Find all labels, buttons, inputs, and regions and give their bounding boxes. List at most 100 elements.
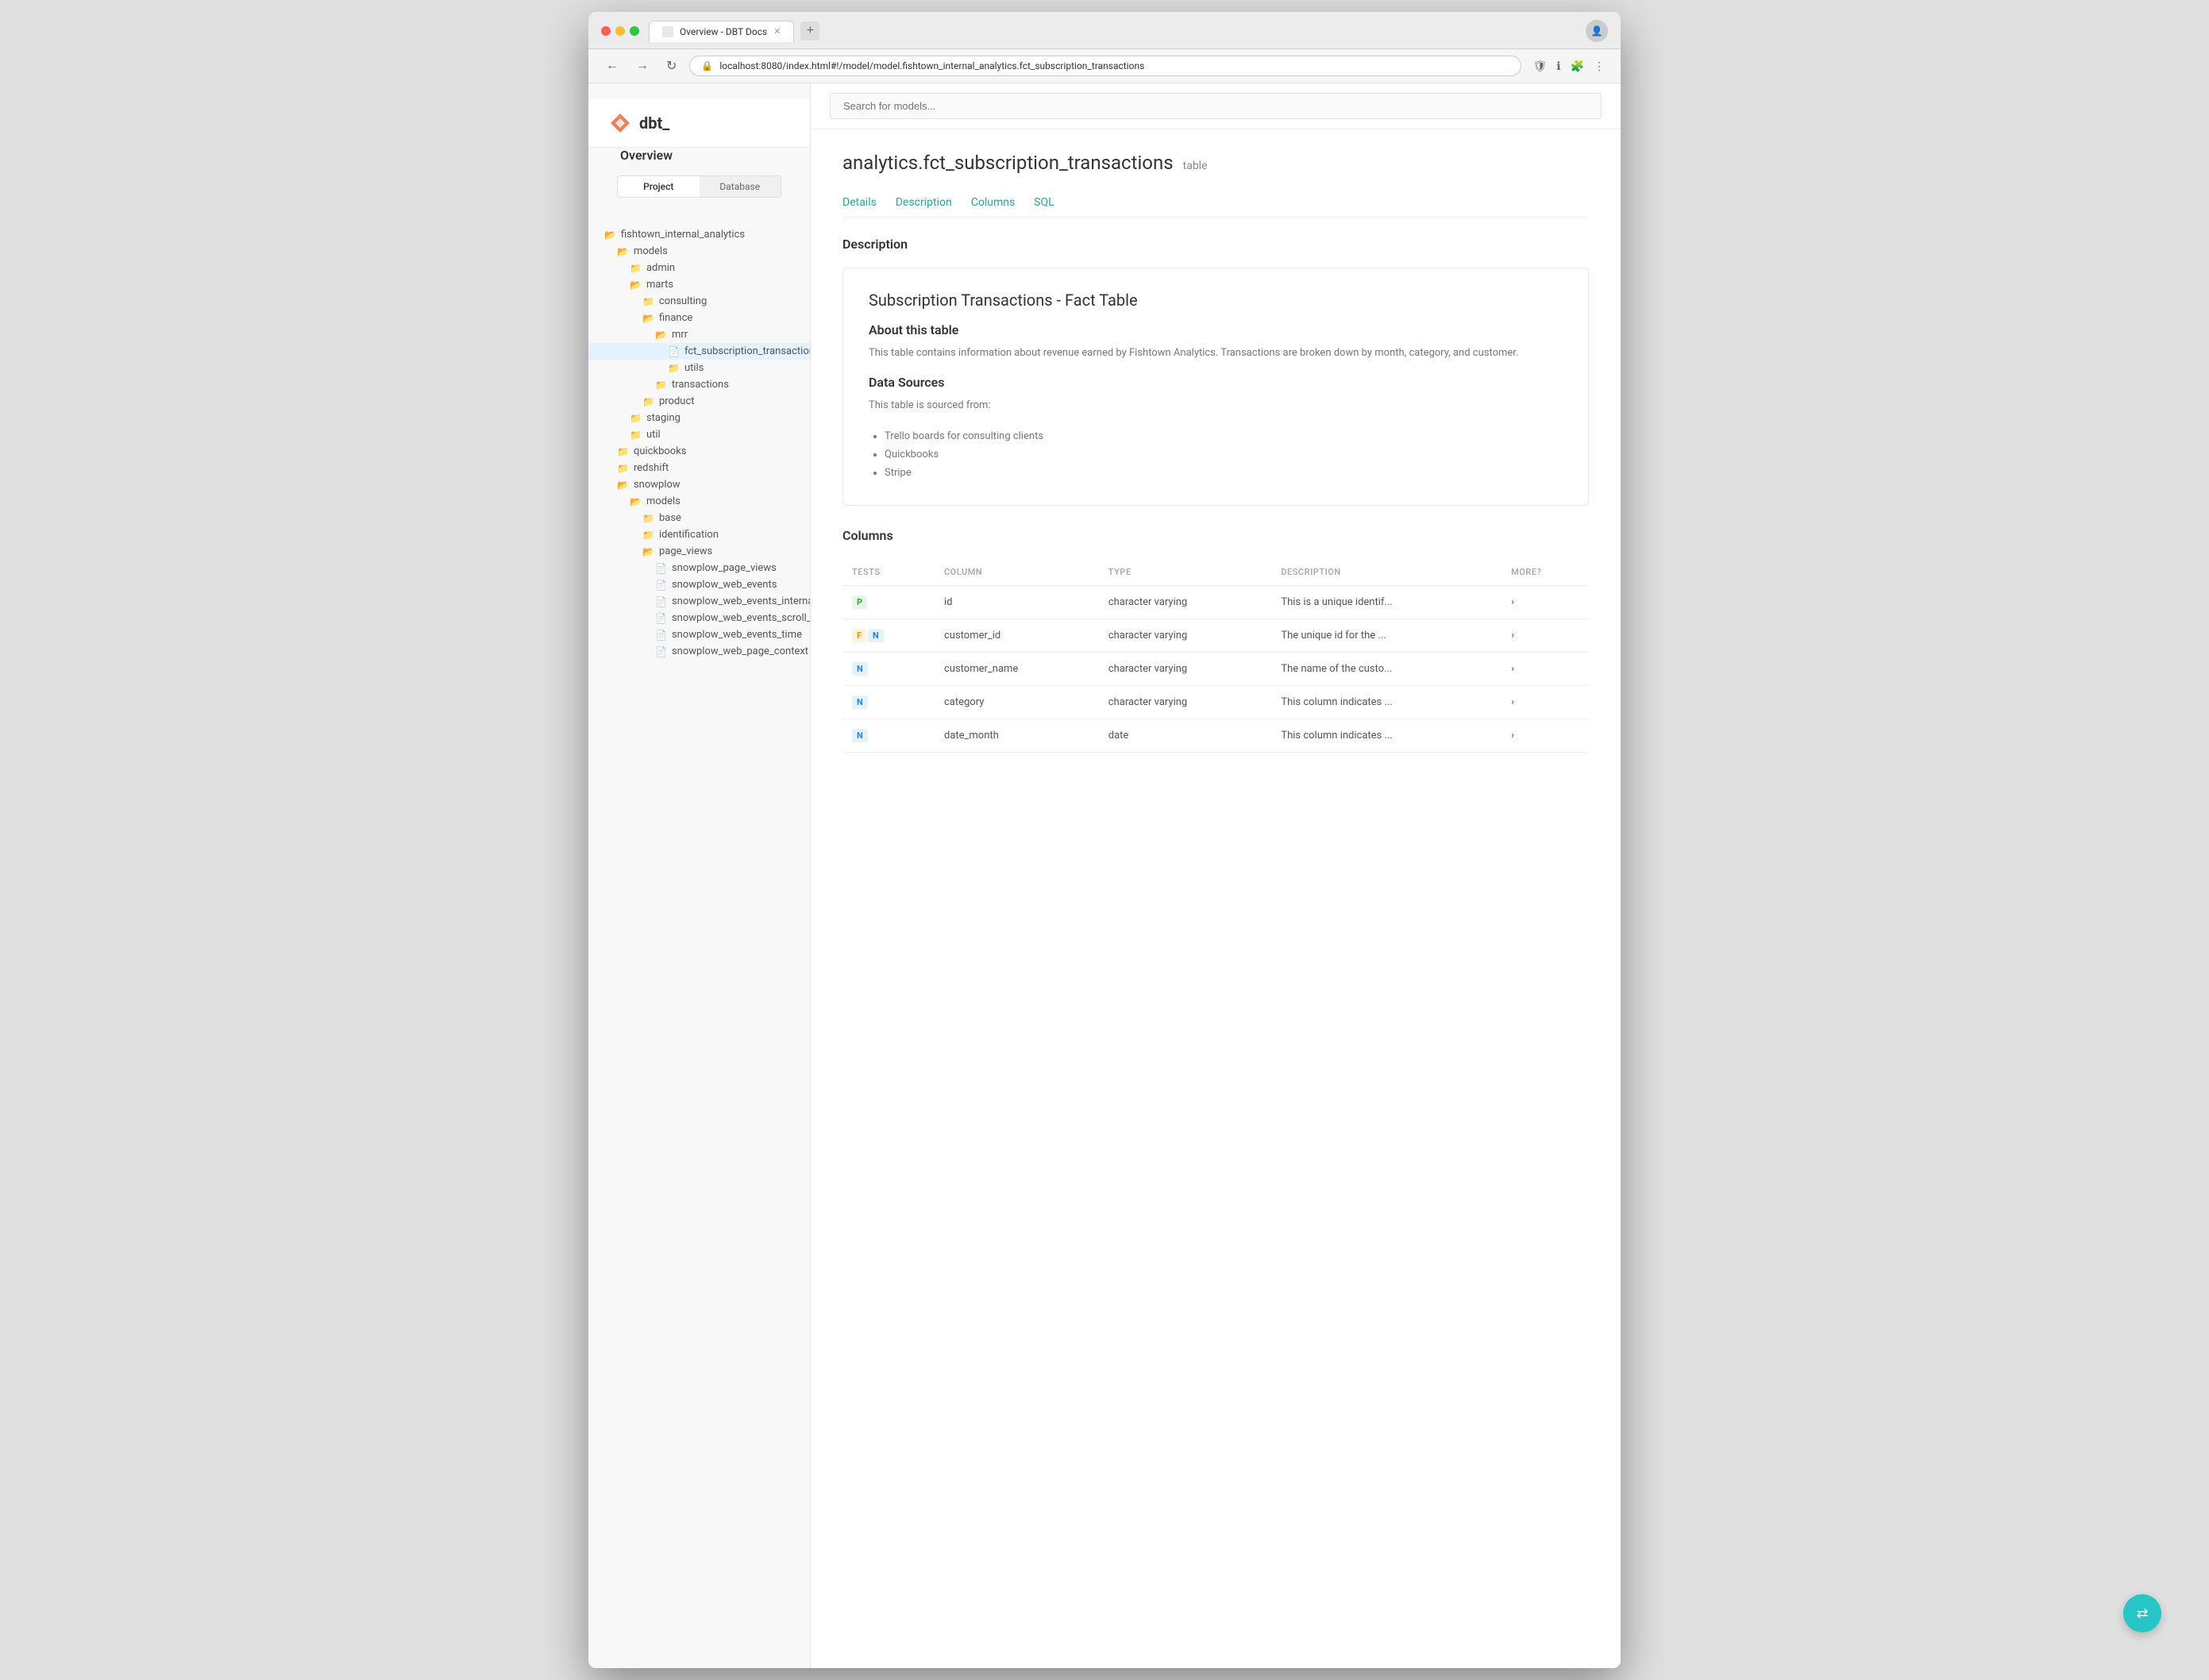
sidebar-item-marts[interactable]: 📂marts: [588, 276, 810, 293]
address-bar[interactable]: 🔒 localhost:8080/index.html#!/model/mode…: [689, 56, 1521, 76]
sources-intro: This table is sourced from:: [869, 398, 1563, 414]
sidebar-item-models[interactable]: 📂models: [588, 243, 810, 260]
forward-button[interactable]: →: [631, 57, 653, 75]
tree-item-label: mrr: [672, 329, 688, 341]
table-row[interactable]: Ndate_monthdateThis column indicates ...…: [842, 719, 1589, 752]
col-more-button[interactable]: ›: [1502, 719, 1589, 752]
sidebar-item-page_views[interactable]: 📂page_views: [588, 543, 810, 560]
sidebar-item-quickbooks[interactable]: 📁quickbooks: [588, 443, 810, 460]
sidebar-item-identification[interactable]: 📁identification: [588, 526, 810, 543]
sidebar-item-consulting[interactable]: 📁consulting: [588, 293, 810, 310]
sidebar-item-utils[interactable]: 📁utils: [588, 360, 810, 376]
col-name: customer_id: [935, 618, 1099, 652]
profile-icon[interactable]: 👤: [1586, 20, 1608, 42]
tree-item-label: utils: [684, 362, 704, 374]
sidebar-item-models[interactable]: 📂models: [588, 493, 810, 510]
sidebar-item-fct_subscription_transactions[interactable]: 📄fct_subscription_transactions: [588, 343, 810, 360]
file-icon: 📄: [655, 630, 667, 641]
test-badge-f: F: [852, 629, 866, 642]
search-input[interactable]: [830, 93, 1602, 119]
col-type: date: [1099, 719, 1272, 752]
back-button[interactable]: ←: [601, 57, 623, 75]
col-header-type: TYPE: [1099, 559, 1272, 586]
tab-area: Overview - DBT Docs ✕ +: [649, 21, 1576, 42]
extensions-icon[interactable]: 🧩: [1567, 56, 1587, 76]
table-row[interactable]: FNcustomer_idcharacter varyingThe unique…: [842, 618, 1589, 652]
browser-toolbar: ← → ↻ 🔒 localhost:8080/index.html#!/mode…: [588, 49, 1621, 83]
about-heading: About this table: [869, 322, 1563, 337]
shield-icon[interactable]: 🛡: [1529, 56, 1550, 76]
sidebar-item-snowplow_web_events_scroll_depth[interactable]: 📄snowplow_web_events_scroll_depth: [588, 610, 810, 626]
source-list-item: Stripe: [885, 464, 1563, 482]
col-tests: P: [842, 585, 935, 618]
sidebar-item-finance[interactable]: 📂finance: [588, 310, 810, 326]
menu-icon[interactable]: ⋮: [1590, 56, 1608, 76]
page-content: analytics.fct_subscription_transactions …: [811, 129, 1621, 807]
tab-columns[interactable]: Columns: [971, 190, 1015, 217]
tree-item-label: redshift: [634, 462, 669, 474]
col-more-button[interactable]: ›: [1502, 585, 1589, 618]
close-button[interactable]: [601, 26, 611, 36]
file-icon: 📄: [655, 646, 667, 657]
sidebar-tab-database[interactable]: Database: [700, 176, 781, 197]
info-icon[interactable]: ℹ: [1553, 56, 1563, 76]
tab-description[interactable]: Description: [896, 190, 952, 217]
dbt-logo-text: dbt_: [639, 114, 669, 133]
tree-item-label: finance: [659, 312, 692, 324]
folder-open-icon: 📂: [617, 480, 629, 491]
tree-item-label: snowplow: [634, 479, 680, 491]
sidebar-item-fishtown_internal_analytics[interactable]: 📂fishtown_internal_analytics: [588, 226, 810, 243]
table-row[interactable]: Ncustomer_namecharacter varyingThe name …: [842, 652, 1589, 685]
tree-item-label: base: [659, 512, 681, 524]
sidebar-item-snowplow_web_page_context[interactable]: 📄snowplow_web_page_context: [588, 643, 810, 660]
section-heading: Description: [842, 237, 1589, 252]
browser-tab[interactable]: Overview - DBT Docs ✕: [649, 21, 794, 42]
new-tab-button[interactable]: +: [800, 21, 819, 40]
folder-icon: 📁: [630, 430, 642, 441]
test-badge-n: N: [852, 696, 868, 709]
content-tabs: Details Description Columns SQL: [842, 190, 1589, 218]
sidebar-item-snowplow_web_events[interactable]: 📄snowplow_web_events: [588, 576, 810, 593]
sidebar-item-transactions[interactable]: 📁transactions: [588, 376, 810, 393]
col-tests: N: [842, 719, 935, 752]
sidebar-item-snowplow_web_events_time[interactable]: 📄snowplow_web_events_time: [588, 626, 810, 643]
tab-details[interactable]: Details: [842, 190, 877, 217]
table-row[interactable]: Ncategorycharacter varyingThis column in…: [842, 685, 1589, 719]
folder-icon: 📁: [642, 396, 654, 407]
sources-heading: Data Sources: [869, 375, 1563, 390]
col-header-description: DESCRIPTION: [1271, 559, 1502, 586]
sidebar-item-product[interactable]: 📁product: [588, 393, 810, 410]
col-tests: N: [842, 652, 935, 685]
sidebar-item-base[interactable]: 📁base: [588, 510, 810, 526]
folder-open-icon: 📂: [655, 329, 667, 341]
refresh-button[interactable]: ↻: [661, 56, 681, 75]
col-description: The name of the custo...: [1271, 652, 1502, 685]
browser-content: dbt_ Overview Project Database 📂fishtown…: [588, 83, 1621, 1668]
col-more-button[interactable]: ›: [1502, 652, 1589, 685]
sidebar-item-snowplow_web_events_internal_fixed[interactable]: 📄snowplow_web_events_internal_fixed: [588, 593, 810, 610]
table-row[interactable]: Pidcharacter varyingThis is a unique ide…: [842, 585, 1589, 618]
tab-sql[interactable]: SQL: [1034, 190, 1054, 217]
col-more-button[interactable]: ›: [1502, 618, 1589, 652]
sidebar-tab-project[interactable]: Project: [618, 176, 700, 197]
tab-close-icon[interactable]: ✕: [773, 26, 781, 37]
minimize-button[interactable]: [615, 26, 625, 36]
col-name: customer_name: [935, 652, 1099, 685]
page-title-row: analytics.fct_subscription_transactions …: [842, 152, 1589, 174]
browser-window: Overview - DBT Docs ✕ + 👤 ← → ↻ 🔒 localh…: [588, 12, 1621, 1668]
folder-open-icon: 📂: [630, 279, 642, 291]
sidebar-item-admin[interactable]: 📁admin: [588, 260, 810, 276]
col-description: This column indicates ...: [1271, 685, 1502, 719]
sidebar-item-snowplow[interactable]: 📂 snowplow: [588, 476, 810, 493]
sidebar-item-util[interactable]: 📁util: [588, 426, 810, 443]
traffic-lights: [601, 26, 639, 36]
col-type: character varying: [1099, 685, 1272, 719]
sidebar-item-redshift[interactable]: 📁redshift: [588, 460, 810, 476]
folder-icon: 📁: [642, 530, 654, 541]
file-icon: 📄: [655, 580, 667, 591]
col-more-button[interactable]: ›: [1502, 685, 1589, 719]
sidebar-item-staging[interactable]: 📁staging: [588, 410, 810, 426]
sidebar-item-mrr[interactable]: 📂 mrr: [588, 326, 810, 343]
maximize-button[interactable]: [630, 26, 639, 36]
sidebar-item-snowplow_page_views[interactable]: 📄snowplow_page_views: [588, 560, 810, 576]
